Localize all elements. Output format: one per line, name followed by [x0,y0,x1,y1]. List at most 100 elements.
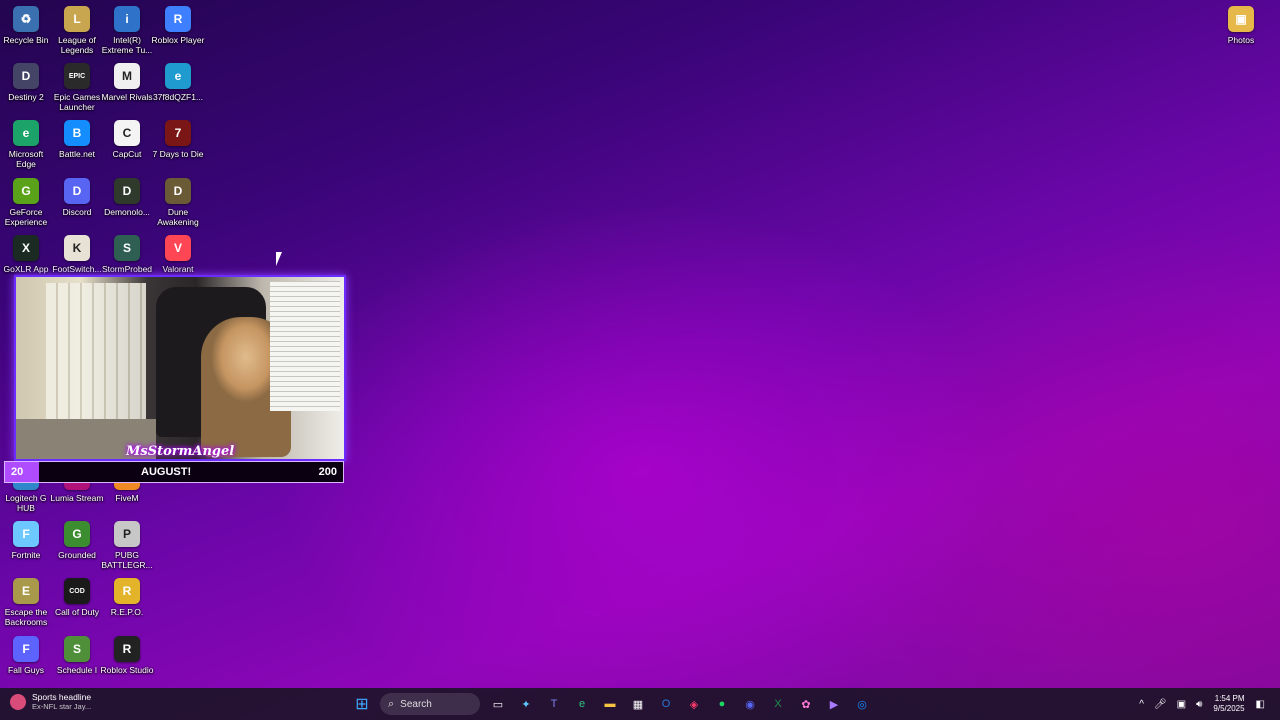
desktop-icon-r-e-p-o[interactable]: R R.E.P.O. [101,578,153,617]
app-icon: C [114,120,140,146]
excel-icon[interactable]: X [767,693,789,715]
app-icon: K [64,235,90,261]
goal-bar: 20 AUGUST! 200 [4,461,344,483]
copilot-icon[interactable]: ✦ [515,693,537,715]
desktop-icon-grounded[interactable]: G Grounded [51,521,103,560]
clipchamp-icon[interactable]: ▶ [823,693,845,715]
app-icon: S [114,235,140,261]
desktop-icon-label: FootSwitch... [52,264,102,274]
app-icon: X [13,235,39,261]
desktop-icon-goxlr-app[interactable]: X GoXLR App [0,235,52,274]
desktop-icon-escape-the-backrooms[interactable]: E Escape the Backrooms [0,578,52,627]
desktop-icon-label: Fall Guys [8,665,44,675]
desktop-icon-geforce-experience[interactable]: G GeForce Experience [0,178,52,227]
app-icon: R [165,6,191,32]
photos-app-icon[interactable]: ✿ [795,693,817,715]
app-icon: M [114,63,140,89]
desktop-icon-discord[interactable]: D Discord [51,178,103,217]
microphone-icon[interactable]: 🎤︎ [1154,699,1167,710]
desktop-icon-label: Marvel Rivals [101,92,153,102]
desktop-icon-label: Grounded [58,550,96,560]
news-widget[interactable]: Sports headline Ex-NFL star Jay... [10,692,91,711]
desktop-icon-label: Photos [1227,35,1255,45]
clock[interactable]: 1:54 PM 9/5/2025 [1213,694,1244,714]
outlook-icon[interactable]: O [655,693,677,715]
desktop-icon-label: Intel(R) Extreme Tu... [101,35,153,55]
app-icon: F [13,521,39,547]
desktop-icon-label: 37f8dQZF1... [152,92,204,102]
streamer-name: MsStormAngel [126,444,235,459]
app-icon[interactable]: ◈ [683,693,705,715]
desktop-icon-37f8dqzf1[interactable]: e 37f8dQZF1... [152,63,204,102]
desktop-icon-marvel-rivals[interactable]: M Marvel Rivals [101,63,153,102]
app-icon: D [165,178,191,204]
desktop-icon-fortnite[interactable]: F Fortnite [0,521,52,560]
app-icon: D [64,178,90,204]
search-box[interactable]: ⌕ Search [380,693,480,715]
app-icon: R [114,578,140,604]
desktop-icon-recycle-bin[interactable]: ♻ Recycle Bin [0,6,52,45]
news-title: Sports headline [32,692,92,702]
desktop-icon-microsoft-edge[interactable]: e Microsoft Edge [0,120,52,169]
desktop-icon-label: Demonolo... [104,207,150,217]
task-view-icon[interactable]: ▭ [487,693,509,715]
desktop-icon-label: Roblox Studio [100,665,154,675]
volume-icon[interactable]: 🔊︎ [1196,699,1202,710]
notification-icon[interactable]: ◧ [1256,699,1265,710]
app-icon: B [64,120,90,146]
desktop-icon-label: Roblox Player [151,35,205,45]
desktop-icon-7-days-to-die[interactable]: 7 7 Days to Die [152,120,204,159]
clock-date: 9/5/2025 [1213,704,1245,713]
network-icon[interactable]: ▣ [1177,699,1186,710]
app-icon: L [64,6,90,32]
teams-icon[interactable]: T [543,693,565,715]
desktop-icon-fall-guys[interactable]: F Fall Guys [0,636,52,675]
clock-time: 1:54 PM [1214,694,1245,703]
webcam-door [46,283,146,433]
app-icon: e [165,63,191,89]
desktop-icon-stormprobed[interactable]: S StormProbed [101,235,153,274]
app-icon: P [114,521,140,547]
taskbar-apps: ⊞ ⌕ Search ▭ ✦ T e ▬ ▦ O ◈ ● ◉ X ✿ ▶ ◎ [348,688,876,720]
app-icon: V [165,235,191,261]
desktop-icon-label: Destiny 2 [8,92,44,102]
desktop-icon-dune-awakening[interactable]: D Dune Awakening [152,178,204,227]
desktop-icon-roblox-studio[interactable]: R Roblox Studio [101,636,153,675]
edge-icon[interactable]: e [571,693,593,715]
app-icon: ▣ [1228,6,1254,32]
desktop-icon-label: GeForce Experience [4,207,48,227]
desktop-icon-label: FiveM [115,493,139,503]
start-icon[interactable]: ⊞ [351,693,373,715]
desktop-icon-label: 7 Days to Die [152,149,204,159]
goal-target: 200 [318,466,337,478]
app-icon: G [13,178,39,204]
spotify-icon[interactable]: ● [711,693,733,715]
desktop-icon-pubg-battlegr[interactable]: P PUBG BATTLEGR... [101,521,153,570]
desktop-icon-capcut[interactable]: C CapCut [101,120,153,159]
desktop-icon-call-of-duty[interactable]: COD Call of Duty [51,578,103,617]
desktop-icon-battle-net[interactable]: B Battle.net [51,120,103,159]
desktop-icon-league-of-legends[interactable]: L League of Legends [51,6,103,55]
battlenet-icon[interactable]: ◎ [851,693,873,715]
app-icon: e [13,120,39,146]
desktop-icon-label: Valorant [162,264,194,274]
app-icon: D [13,63,39,89]
app-icon: G [64,521,90,547]
chevron-up-icon[interactable]: ^ [1139,699,1144,710]
app-icon: EPIC [64,63,90,89]
desktop-icon-label: Escape the Backrooms [4,607,48,627]
desktop-icon-valorant[interactable]: V Valorant [152,235,204,274]
desktop-icon-photos[interactable]: ▣ Photos [1215,6,1267,45]
desktop-icon-destiny-2[interactable]: D Destiny 2 [0,63,52,102]
desktop-icon-intel-r-extreme-tu[interactable]: i Intel(R) Extreme Tu... [101,6,153,55]
desktop-icon-demonolo[interactable]: D Demonolo... [101,178,153,217]
desktop-icon-schedule-i[interactable]: S Schedule I [51,636,103,675]
desktop-icon-epic-games-launcher[interactable]: EPIC Epic Games Launcher [51,63,103,112]
app-icon: F [13,636,39,662]
app-icon: R [114,636,140,662]
desktop-icon-footswitch[interactable]: K FootSwitch... [51,235,103,274]
discord-icon[interactable]: ◉ [739,693,761,715]
store-icon[interactable]: ▦ [627,693,649,715]
file-explorer-icon[interactable]: ▬ [599,693,621,715]
desktop-icon-roblox-player[interactable]: R Roblox Player [152,6,204,45]
